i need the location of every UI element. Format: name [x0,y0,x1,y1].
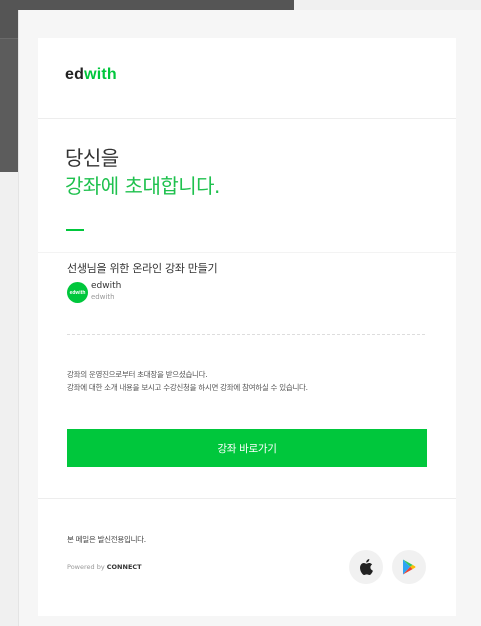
author-subtitle: edwith [91,293,115,301]
email-header: edwith [38,38,456,119]
logo-text-with: with [84,66,117,83]
author-avatar-text: edwith [69,289,86,296]
invitation-title: 당신을 강좌에 초대합니다. [65,144,220,200]
invitation-message-line2: 강좌에 대한 소개 내용을 보시고 수강신청을 하시면 강좌에 참여하실 수 있… [67,383,308,392]
go-to-course-button[interactable]: 강좌 바로가기 [67,429,427,467]
author-avatar: edwith [67,282,88,303]
footer-divider [38,498,456,499]
apple-icon [360,559,373,575]
powered-by-brand: CONNECT [106,563,142,571]
author-name: edwith [91,281,122,291]
edwith-logo[interactable]: edwith [65,66,117,84]
invitation-title-line1: 당신을 [65,146,119,170]
google-play-button[interactable] [392,550,426,584]
hero-divider [38,252,456,253]
title-accent-rule [66,229,84,231]
invitation-message: 강좌의 운영진으로부터 초대장을 받으셨습니다. 강좌에 대한 소개 내용을 보… [67,368,437,394]
powered-by: Powered by CONNECT [67,563,142,571]
send-only-notice: 본 메일은 발신전용입니다. [67,535,146,544]
google-play-icon [403,559,416,575]
invitation-message-line1: 강좌의 운영진으로부터 초대장을 받으셨습니다. [67,370,208,379]
invitation-email-card: edwith 당신을 강좌에 초대합니다. 선생님을 위한 온라인 강좌 만들기… [38,38,456,616]
invitation-title-line2: 강좌에 초대합니다. [65,174,220,198]
powered-by-prefix: Powered by [67,563,105,571]
course-title[interactable]: 선생님을 위한 온라인 강좌 만들기 [67,260,218,276]
dashed-divider [67,334,425,335]
logo-text-ed: ed [65,66,85,83]
app-store-button[interactable] [349,550,383,584]
